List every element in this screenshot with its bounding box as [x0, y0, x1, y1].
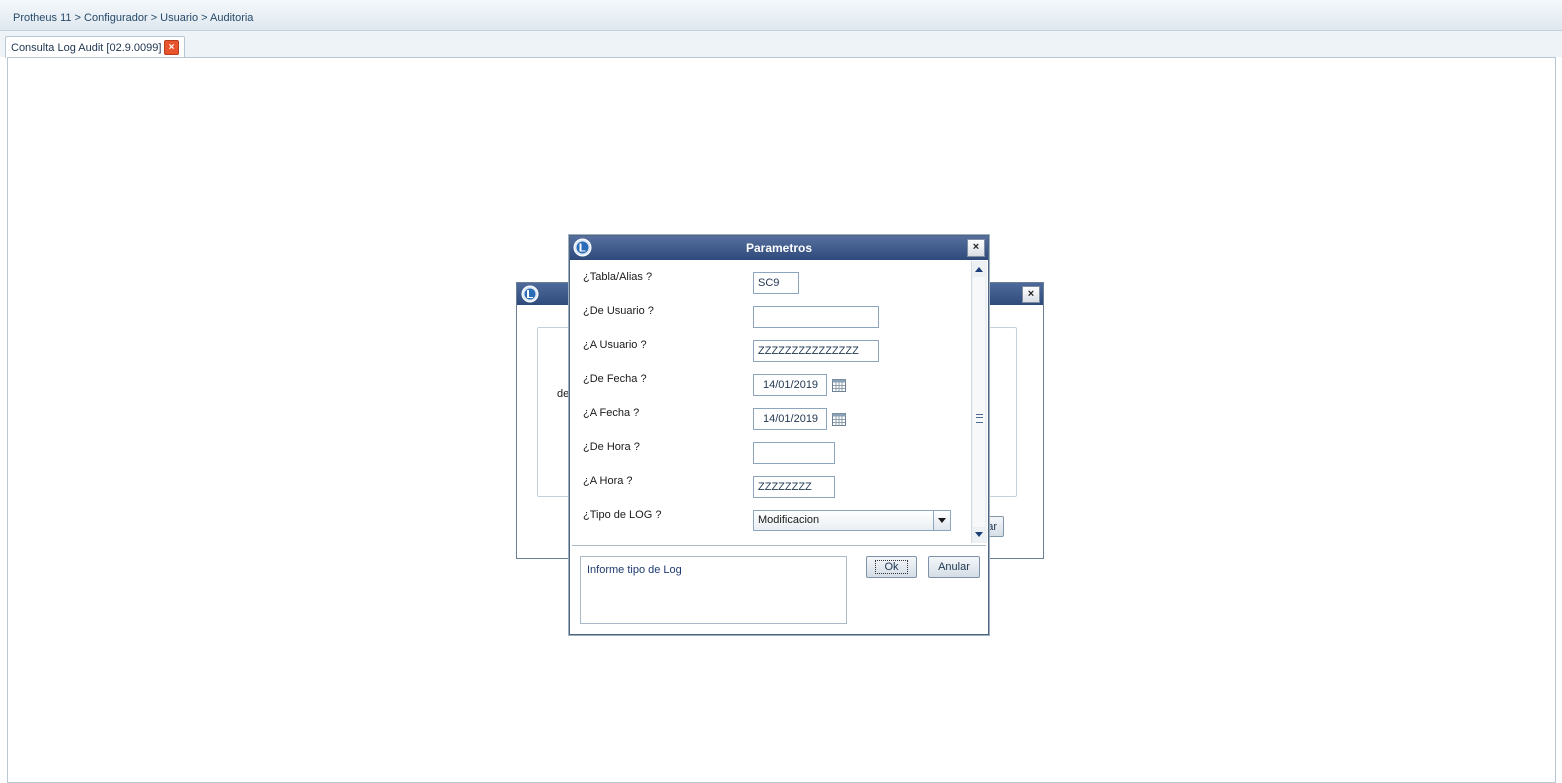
tab-consulta-log-audit[interactable]: Consulta Log Audit [02.9.0099] ×	[5, 36, 185, 58]
label-a-fecha: ¿A Fecha ?	[583, 407, 640, 419]
chevron-down-icon[interactable]	[933, 511, 950, 530]
grip-icon	[976, 414, 983, 423]
dialog-titlebar: Parametros ×	[570, 236, 988, 260]
calendar-icon[interactable]	[832, 379, 846, 392]
dialog-title: Parametros	[745, 241, 813, 255]
scroll-up-icon[interactable]	[975, 267, 983, 272]
cancel-button[interactable]: Anular	[928, 556, 980, 578]
background-dialog-close-button[interactable]: ×	[1022, 286, 1040, 303]
label-de-fecha: ¿De Fecha ?	[583, 373, 647, 385]
field-tabla-alias[interactable]: SC9	[753, 272, 799, 294]
calendar-icon[interactable]	[832, 413, 846, 426]
breadcrumb[interactable]: Protheus 11 > Configurador > Usuario > A…	[13, 12, 253, 24]
field-a-fecha[interactable]: 14/01/2019	[753, 408, 827, 430]
label-tabla-alias: ¿Tabla/Alias ?	[583, 271, 653, 283]
field-a-usuario[interactable]: ZZZZZZZZZZZZZZZ	[753, 340, 879, 362]
vertical-scrollbar[interactable]	[971, 261, 987, 543]
background-dialog-text: de	[557, 388, 570, 400]
scrollbar-thumb[interactable]	[973, 277, 985, 527]
close-icon[interactable]: ×	[164, 40, 179, 55]
help-box: Informe tipo de Log	[580, 556, 847, 624]
field-de-fecha[interactable]: 14/01/2019	[753, 374, 827, 396]
select-tipo-de-log[interactable]: Modificacion	[753, 510, 951, 531]
help-text: Informe tipo de Log	[587, 564, 682, 576]
label-de-usuario: ¿De Usuario ?	[583, 305, 654, 317]
field-a-hora[interactable]: ZZZZZZZZ	[753, 476, 835, 498]
scroll-down-icon[interactable]	[975, 532, 983, 537]
field-de-hora[interactable]	[753, 442, 835, 464]
dialog-close-button[interactable]: ×	[967, 239, 985, 257]
tab-label: Consulta Log Audit [02.9.0099]	[11, 42, 162, 54]
label-a-hora: ¿A Hora ?	[583, 475, 633, 487]
label-a-usuario: ¿A Usuario ?	[583, 339, 647, 351]
top-bar: Protheus 11 > Configurador > Usuario > A…	[0, 0, 1562, 31]
label-tipo-de-log: ¿Tipo de LOG ?	[583, 509, 662, 521]
parameters-panel: ¿Tabla/Alias ? SC9 ¿De Usuario ? ¿A Usua…	[572, 261, 987, 546]
ok-button-label: Ok	[875, 560, 908, 574]
tab-strip: Consulta Log Audit [02.9.0099] ×	[0, 31, 1562, 58]
select-tipo-de-log-value: Modificacion	[758, 514, 820, 526]
parametros-dialog: Parametros × ¿Tabla/Alias ? SC9 ¿De Usua…	[569, 235, 989, 635]
field-de-usuario[interactable]	[753, 306, 879, 328]
protheus-logo-icon	[521, 285, 539, 303]
label-de-hora: ¿De Hora ?	[583, 441, 640, 453]
ok-button[interactable]: Ok	[866, 556, 917, 578]
